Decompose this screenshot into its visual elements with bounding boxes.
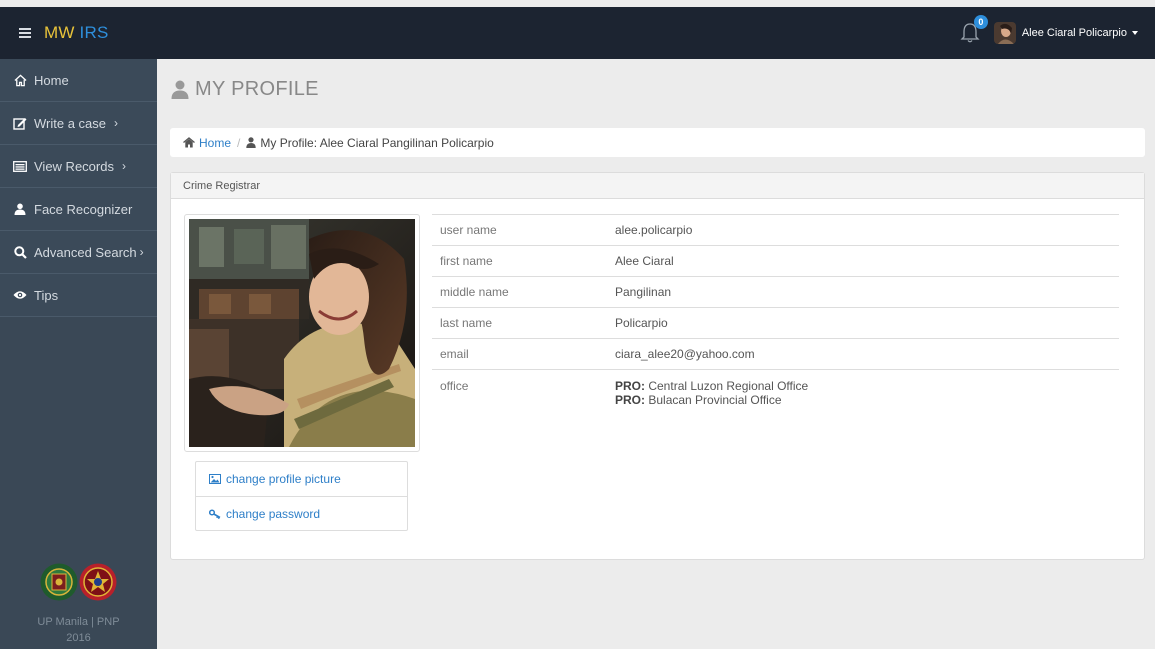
top-navbar: MW IRS 0 Alee Ciaral Policarpio [0, 7, 1155, 59]
pnp-seal [79, 563, 117, 601]
edit-icon [12, 117, 28, 130]
table-row: last name Policarpio [432, 308, 1119, 339]
sidebar-item-view-records[interactable]: View Records › [0, 145, 157, 188]
breadcrumb: Home / My Profile: Alee Ciaral Pangilina… [170, 128, 1145, 157]
chevron-right-icon: › [121, 159, 126, 173]
profile-actions: change profile picture change password [195, 461, 408, 531]
sidebar-item-label: Face Recognizer [34, 201, 133, 217]
search-icon [12, 245, 28, 259]
office-entry: PRO: Central Luzon Regional Office [615, 379, 808, 393]
footer-line-1: UP Manila | PNP [37, 616, 120, 628]
brand-part-2: IRS [79, 23, 109, 42]
app-brand[interactable]: MW IRS [44, 23, 109, 43]
profile-photo [184, 214, 420, 452]
field-value: Alee Ciaral [615, 254, 674, 268]
field-label: user name [440, 223, 497, 237]
sidebar-item-label: Home [34, 72, 69, 88]
chevron-right-icon: › [114, 116, 119, 130]
office-list: PRO: Central Luzon Regional Office PRO: … [615, 379, 808, 407]
table-row: office PRO: Central Luzon Regional Offic… [432, 370, 1119, 416]
institution-logos [40, 563, 117, 601]
office-entry: PRO: Bulacan Provincial Office [615, 393, 808, 407]
image-icon [209, 474, 221, 484]
field-label: middle name [440, 285, 509, 299]
home-icon [12, 74, 28, 87]
table-row: email ciara_alee20@yahoo.com [432, 339, 1119, 370]
change-password-link[interactable]: change password [196, 496, 407, 530]
sidebar-item-label: Write a case [34, 115, 107, 131]
sidebar-item-write-a-case[interactable]: Write a case › [0, 102, 157, 145]
home-icon [183, 137, 195, 148]
chevron-right-icon: › [139, 245, 144, 259]
user-menu[interactable]: Alee Ciaral Policarpio [1022, 27, 1127, 39]
change-profile-picture-link[interactable]: change profile picture [196, 462, 407, 496]
page-title-text: MY PROFILE [195, 78, 319, 100]
user-icon [246, 137, 257, 148]
user-icon [12, 203, 28, 215]
user-icon [171, 80, 189, 99]
key-icon [209, 508, 221, 519]
field-label: email [440, 347, 469, 361]
change-password-label: change password [226, 506, 321, 521]
profile-panel: Crime Registrar change profile picture c… [170, 172, 1145, 560]
field-value: alee.policarpio [615, 223, 693, 237]
field-value: Policarpio [615, 316, 668, 330]
breadcrumb-current-label: My Profile: Alee Ciaral Pangilinan Polic… [260, 135, 494, 150]
notifications-button[interactable]: 0 [960, 15, 988, 44]
breadcrumb-home-label: Home [199, 135, 232, 150]
brand-part-1: MW [44, 23, 75, 42]
notification-count-badge: 0 [973, 15, 988, 29]
up-manila-seal [40, 563, 78, 601]
sidebar-item-label: View Records [34, 158, 114, 174]
profile-photo-image [189, 219, 415, 447]
office-prefix: PRO: [615, 393, 645, 407]
menu-toggle-icon[interactable] [19, 28, 31, 38]
change-profile-picture-label: change profile picture [226, 472, 341, 486]
field-label: office [440, 379, 469, 393]
breadcrumb-home-link[interactable]: Home [183, 136, 231, 150]
office-name: Central Luzon Regional Office [648, 379, 809, 393]
user-avatar[interactable] [993, 22, 1016, 44]
field-label: first name [440, 254, 493, 268]
profile-details-table: user name alee.policarpio first name Ale… [432, 214, 1119, 416]
footer-line-2: 2016 [66, 632, 91, 644]
table-row: first name Alee Ciaral [432, 246, 1119, 277]
list-icon [12, 160, 28, 172]
sidebar-item-label: Tips [34, 287, 59, 303]
field-value: ciara_alee20@yahoo.com [615, 347, 755, 361]
sidebar-item-advanced-search[interactable]: Advanced Search › [0, 231, 157, 274]
field-label: last name [440, 316, 493, 330]
panel-heading: Crime Registrar [171, 173, 1144, 199]
sidebar-item-face-recognizer[interactable]: Face Recognizer [0, 188, 157, 231]
breadcrumb-separator: / [237, 135, 241, 150]
table-row: middle name Pangilinan [432, 277, 1119, 308]
sidebar-item-label: Advanced Search [34, 244, 137, 260]
sidebar-item-home[interactable]: Home [0, 59, 157, 102]
breadcrumb-current: My Profile: Alee Ciaral Pangilinan Polic… [246, 135, 494, 150]
caret-down-icon[interactable] [1132, 31, 1138, 35]
eye-icon [12, 290, 28, 300]
sidebar-item-tips[interactable]: Tips [0, 274, 157, 317]
office-name: Bulacan Provincial Office [648, 393, 782, 407]
sidebar: Home Write a case › View Records › Face … [0, 59, 157, 649]
table-row: user name alee.policarpio [432, 215, 1119, 246]
field-value: Pangilinan [615, 285, 672, 299]
office-prefix: PRO: [615, 379, 645, 393]
page-title: MY PROFILE [171, 78, 319, 101]
